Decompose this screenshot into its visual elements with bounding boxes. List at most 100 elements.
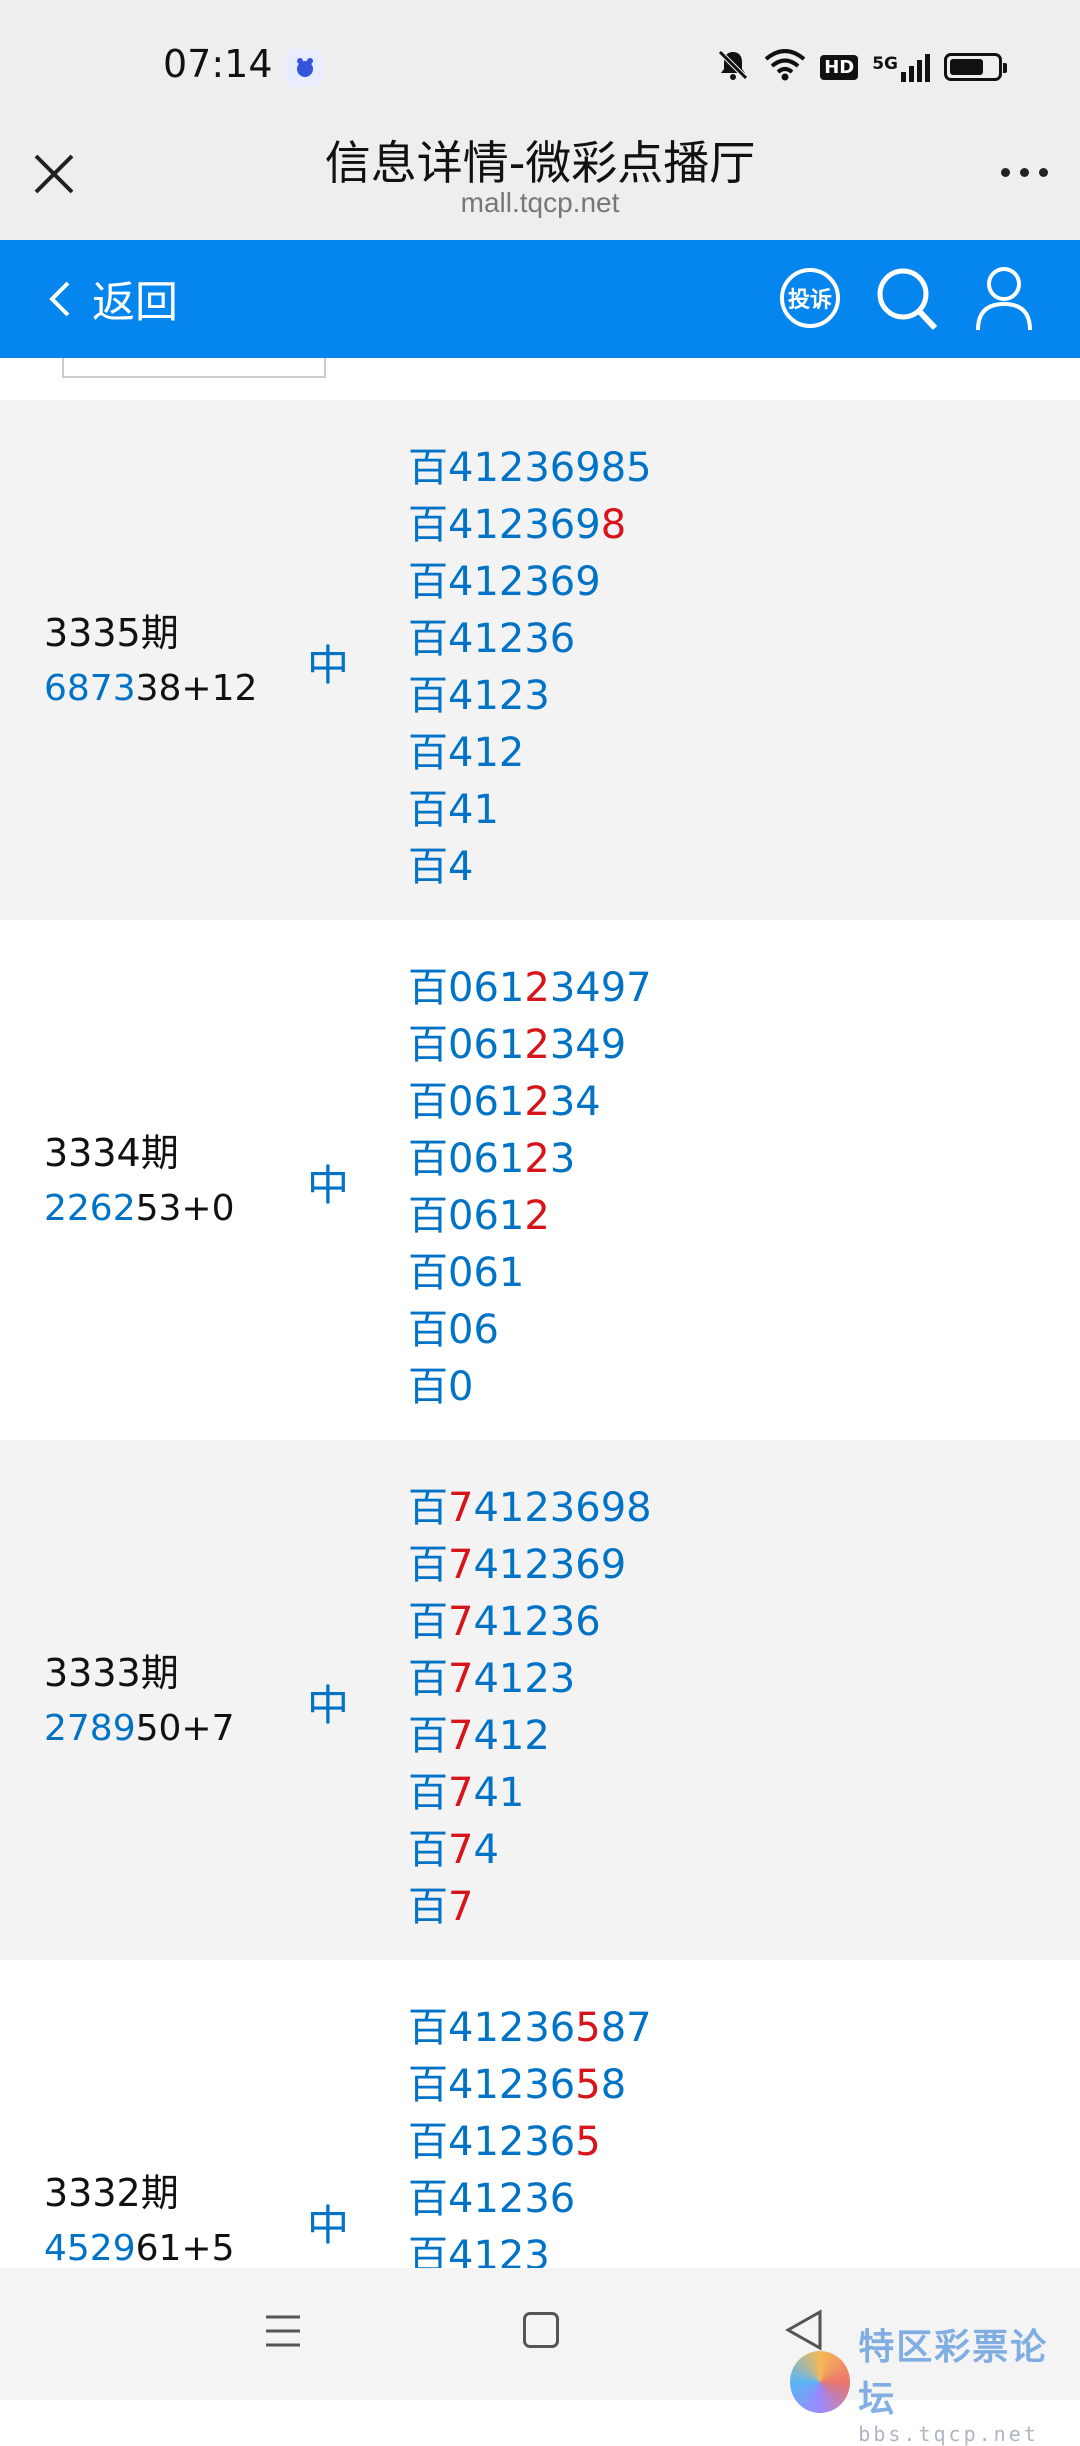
prediction-line: 百74 bbox=[408, 1822, 652, 1879]
search-icon[interactable] bbox=[873, 262, 941, 334]
period-number: 3334期 bbox=[44, 1131, 179, 1175]
mute-icon bbox=[716, 48, 750, 86]
prediction-prefix: 百 bbox=[408, 1656, 448, 1702]
prediction-prefix: 百 bbox=[408, 1770, 448, 1816]
prediction-line: 百4 bbox=[408, 839, 652, 896]
prediction-line: 百061 bbox=[408, 1245, 652, 1302]
prediction-prefix: 百 bbox=[408, 2176, 448, 2222]
prediction-prefix: 百 bbox=[408, 1022, 448, 1068]
prediction-line: 百4123 bbox=[408, 2228, 652, 2268]
draw-rest: 53+0 bbox=[135, 1188, 235, 1229]
prediction-prefix: 百 bbox=[408, 1827, 448, 1873]
prediction-prefix: 百 bbox=[408, 844, 448, 890]
period-number: 3332期 bbox=[44, 2171, 179, 2215]
prediction-line: 百7412 bbox=[408, 1708, 652, 1765]
prediction-digits: 4123 bbox=[448, 673, 550, 719]
prediction-prefix: 百 bbox=[408, 502, 448, 548]
prediction-lines: 百74123698 百7412369 百741236 百74123 百7412 百741 百… bbox=[408, 1480, 652, 1936]
prediction-line: 百412 bbox=[408, 725, 652, 782]
period-row: 3334期 226253+0 中百06123497 百0612349 百061234 百0… bbox=[0, 920, 1080, 1440]
prediction-hit-digit: 2 bbox=[524, 1022, 550, 1068]
prediction-digits: 061 bbox=[448, 1022, 525, 1068]
prediction-prefix: 百 bbox=[408, 616, 448, 662]
site-nav-bar: 返回 投诉 bbox=[0, 240, 1080, 358]
watermark-logo-icon bbox=[790, 2351, 851, 2413]
status-bar: 07:14 HD 5G bbox=[0, 0, 1080, 135]
prediction-prefix: 百 bbox=[408, 673, 448, 719]
prediction-prefix: 百 bbox=[408, 1193, 448, 1239]
prediction-digits: 41236 bbox=[448, 2176, 576, 2222]
period-info: 3332期 452961+5 bbox=[44, 2165, 235, 2268]
menu-icon[interactable] bbox=[264, 2313, 302, 2349]
prediction-digits: 41236 bbox=[448, 2062, 576, 2108]
prediction-digits: 349 bbox=[549, 1022, 627, 1068]
prediction-digits: 061 bbox=[448, 1250, 525, 1296]
prediction-prefix: 百 bbox=[408, 1884, 448, 1930]
prediction-hit-digit: 5 bbox=[575, 2062, 601, 2108]
prediction-digits: 4123698 bbox=[448, 445, 627, 491]
status-time: 07:14 bbox=[163, 42, 273, 86]
watermark-title: 特区彩票论坛 bbox=[858, 2327, 1049, 2420]
home-icon[interactable] bbox=[523, 2312, 559, 2348]
period-info: 3334期 226253+0 bbox=[44, 1125, 235, 1237]
period-row: 3332期 452961+5 中百41236587 百4123658 百412365 百4… bbox=[0, 1960, 1080, 2268]
prediction-list: 3335期 687338+12 中百41236985 百4123698 百412369 百… bbox=[0, 358, 1080, 2268]
prediction-digits: 061 bbox=[448, 1193, 525, 1239]
prediction-line: 百06123497 bbox=[408, 960, 652, 1017]
draw-highlight: 6873 bbox=[44, 668, 136, 709]
prediction-digits: 3 bbox=[549, 1136, 576, 1182]
prediction-line: 百74123 bbox=[408, 1651, 652, 1708]
more-options-icon[interactable] bbox=[1001, 168, 1048, 177]
prediction-prefix: 百 bbox=[408, 1542, 448, 1588]
prediction-line: 百06 bbox=[408, 1302, 652, 1359]
prediction-prefix: 百 bbox=[408, 1136, 448, 1182]
prediction-hit-digit: 7 bbox=[448, 1542, 474, 1588]
prediction-hit-digit: 5 bbox=[575, 2005, 601, 2051]
prediction-digits: 061 bbox=[448, 965, 525, 1011]
prediction-line: 百4123658 bbox=[408, 2057, 652, 2114]
prediction-line: 百4123 bbox=[408, 668, 652, 725]
prediction-line: 百412369 bbox=[408, 554, 652, 611]
draw-rest: 61+5 bbox=[135, 2228, 235, 2268]
prediction-digits: 41 bbox=[473, 1770, 525, 1816]
prediction-hit-digit: 7 bbox=[448, 1656, 474, 1702]
complaint-label: 投诉 bbox=[787, 288, 832, 313]
prediction-digits: 4 bbox=[473, 1827, 499, 1873]
draw-highlight: 2262 bbox=[44, 1188, 136, 1229]
prediction-prefix: 百 bbox=[408, 445, 448, 491]
prediction-line: 百41236 bbox=[408, 611, 652, 668]
wifi-icon bbox=[764, 49, 806, 85]
prediction-digits: 41 bbox=[448, 787, 499, 833]
prediction-hit-digit: 8 bbox=[600, 502, 627, 548]
prediction-digits: 412 bbox=[473, 1713, 550, 1759]
prediction-hit-digit: 7 bbox=[448, 1485, 474, 1531]
prediction-digits: 41236 bbox=[448, 2005, 576, 2051]
back-button[interactable]: 返回 bbox=[44, 268, 178, 330]
prediction-digits: 061 bbox=[448, 1136, 525, 1182]
prediction-line: 百741236 bbox=[408, 1594, 652, 1651]
prediction-prefix: 百 bbox=[408, 730, 448, 776]
prediction-prefix: 百 bbox=[408, 1307, 448, 1353]
prediction-line: 百0612 bbox=[408, 1188, 652, 1245]
draw-result: 452961+5 bbox=[44, 2221, 235, 2268]
prediction-line: 百41 bbox=[408, 782, 652, 839]
prediction-digits: 8 bbox=[600, 2062, 627, 2108]
prediction-prefix: 百 bbox=[408, 787, 448, 833]
prediction-digits: 5 bbox=[626, 445, 652, 491]
prediction-line: 百412365 bbox=[408, 2114, 652, 2171]
prediction-digits: 4123 bbox=[448, 2233, 550, 2268]
prediction-hit-digit: 7 bbox=[448, 1713, 474, 1759]
battery-level bbox=[950, 59, 983, 75]
prediction-line: 百41236985 bbox=[408, 440, 652, 497]
period-row: 3333期 278950+7 中百74123698 百7412369 百741236 百7… bbox=[0, 1440, 1080, 1960]
signal-5g-icon: 5G bbox=[872, 52, 930, 82]
chevron-left-icon bbox=[49, 281, 70, 317]
prediction-line: 百41236 bbox=[408, 2171, 652, 2228]
hit-status: 中 bbox=[307, 1161, 350, 1210]
prediction-lines: 百41236587 百4123658 百412365 百41236 百4123 bbox=[408, 2000, 652, 2268]
back-label: 返回 bbox=[92, 278, 178, 328]
complaint-button[interactable]: 投诉 bbox=[780, 268, 840, 328]
user-icon[interactable] bbox=[972, 262, 1036, 334]
prediction-prefix: 百 bbox=[408, 1599, 448, 1645]
prediction-prefix: 百 bbox=[408, 1485, 448, 1531]
